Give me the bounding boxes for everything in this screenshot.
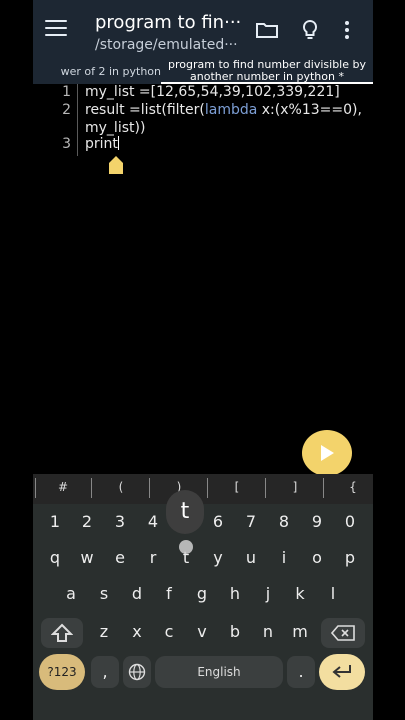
file-path: /storage/emulated···	[95, 37, 238, 53]
key-o[interactable]: o	[303, 544, 331, 572]
code-line-1[interactable]: my_list =[12,65,54,39,102,339,221]	[85, 84, 340, 100]
key-1[interactable]: 1	[41, 508, 69, 536]
text-cursor	[117, 136, 119, 150]
key-9[interactable]: 9	[303, 508, 331, 536]
shift-key[interactable]	[41, 618, 83, 648]
more-vert-icon[interactable]	[343, 18, 351, 42]
code-line-2-wrap[interactable]: my_list))	[85, 120, 145, 136]
left-letterbox	[0, 0, 33, 720]
shift-icon	[50, 623, 74, 642]
key-u[interactable]: u	[237, 544, 265, 572]
key-y[interactable]: y	[204, 544, 232, 572]
code-line-2[interactable]: result =list(filter(lambda x:(x%13==0),	[85, 102, 362, 118]
key-k[interactable]: k	[286, 580, 314, 608]
line-number: 3	[62, 136, 71, 152]
key-2[interactable]: 2	[73, 508, 101, 536]
separator	[35, 478, 36, 498]
key-x[interactable]: x	[123, 618, 151, 646]
key-3[interactable]: 3	[106, 508, 134, 536]
code-text: print	[85, 136, 118, 152]
key-z[interactable]: z	[90, 618, 118, 646]
symbols-key[interactable]: ?123	[39, 654, 85, 690]
tab-previous-file[interactable]: wer of 2 in python	[33, 62, 161, 84]
key-preview-popup: t	[166, 490, 204, 534]
symbol-key[interactable]: [	[223, 480, 251, 494]
key-e[interactable]: e	[106, 544, 134, 572]
play-icon	[321, 445, 334, 461]
key-0[interactable]: 0	[336, 508, 364, 536]
gutter-divider	[77, 84, 78, 156]
key-v[interactable]: v	[188, 618, 216, 646]
key-7[interactable]: 7	[237, 508, 265, 536]
key-d[interactable]: d	[123, 580, 151, 608]
key-r[interactable]: r	[139, 544, 167, 572]
key-a[interactable]: a	[57, 580, 85, 608]
key-f[interactable]: f	[155, 580, 183, 608]
symbol-bar: # ( ) [ ] {	[33, 474, 373, 504]
run-button[interactable]	[302, 430, 352, 476]
app-bar: program to fin··· /storage/emulated···	[33, 0, 373, 62]
period-key[interactable]: .	[287, 656, 315, 688]
cursor-handle-icon[interactable]	[109, 156, 123, 174]
key-4[interactable]: 4	[139, 508, 167, 536]
key-8[interactable]: 8	[270, 508, 298, 536]
line-number: 1	[62, 84, 71, 100]
separator	[207, 478, 208, 498]
symbol-key[interactable]: #	[49, 480, 77, 494]
touch-indicator	[179, 540, 193, 554]
code-editor[interactable]: 1 my_list =[12,65,54,39,102,339,221] 2 r…	[33, 84, 373, 474]
enter-key[interactable]	[319, 654, 365, 690]
code-text: result =list(filter(	[85, 102, 205, 118]
key-s[interactable]: s	[90, 580, 118, 608]
tab-current-line2: another number in python *	[190, 70, 344, 83]
separator	[149, 478, 150, 498]
key-h[interactable]: h	[221, 580, 249, 608]
symbol-key[interactable]: (	[107, 480, 135, 494]
symbol-key[interactable]: {	[339, 480, 367, 494]
code-text: x:(x%13==0),	[257, 102, 362, 118]
key-q[interactable]: q	[41, 544, 69, 572]
key-g[interactable]: g	[188, 580, 216, 608]
space-key[interactable]: English	[155, 656, 283, 688]
key-l[interactable]: l	[319, 580, 347, 608]
right-letterbox	[373, 0, 405, 720]
key-n[interactable]: n	[254, 618, 282, 646]
backspace-icon	[330, 625, 355, 641]
symbol-key[interactable]: ]	[281, 480, 309, 494]
key-j[interactable]: j	[254, 580, 282, 608]
lightbulb-icon[interactable]	[298, 18, 322, 42]
backspace-key[interactable]	[321, 618, 365, 648]
separator	[265, 478, 266, 498]
comma-key[interactable]: ,	[91, 656, 119, 688]
key-b[interactable]: b	[221, 618, 249, 646]
language-key[interactable]	[123, 656, 151, 688]
code-line-3[interactable]: print	[85, 136, 119, 152]
key-i[interactable]: i	[270, 544, 298, 572]
phone-screen: program to fin··· /storage/emulated··· w…	[33, 0, 373, 720]
menu-icon[interactable]	[45, 20, 67, 40]
key-p[interactable]: p	[336, 544, 364, 572]
key-w[interactable]: w	[73, 544, 101, 572]
line-number: 2	[62, 102, 71, 118]
separator	[91, 478, 92, 498]
key-c[interactable]: c	[155, 618, 183, 646]
file-title: program to fin···	[95, 12, 242, 33]
separator	[323, 478, 324, 498]
globe-icon	[128, 663, 146, 681]
tab-current-file[interactable]: program to find number divisible by anot…	[161, 58, 373, 84]
key-m[interactable]: m	[286, 618, 314, 646]
keyword-lambda: lambda	[204, 102, 258, 118]
key-6[interactable]: 6	[204, 508, 232, 536]
soft-keyboard: 1 2 3 4 5 6 7 8 9 0 q w e r t y u i o p …	[33, 504, 373, 720]
folder-icon[interactable]	[255, 18, 279, 42]
enter-icon	[332, 665, 351, 678]
file-tabs: wer of 2 in python program to find numbe…	[33, 59, 373, 84]
